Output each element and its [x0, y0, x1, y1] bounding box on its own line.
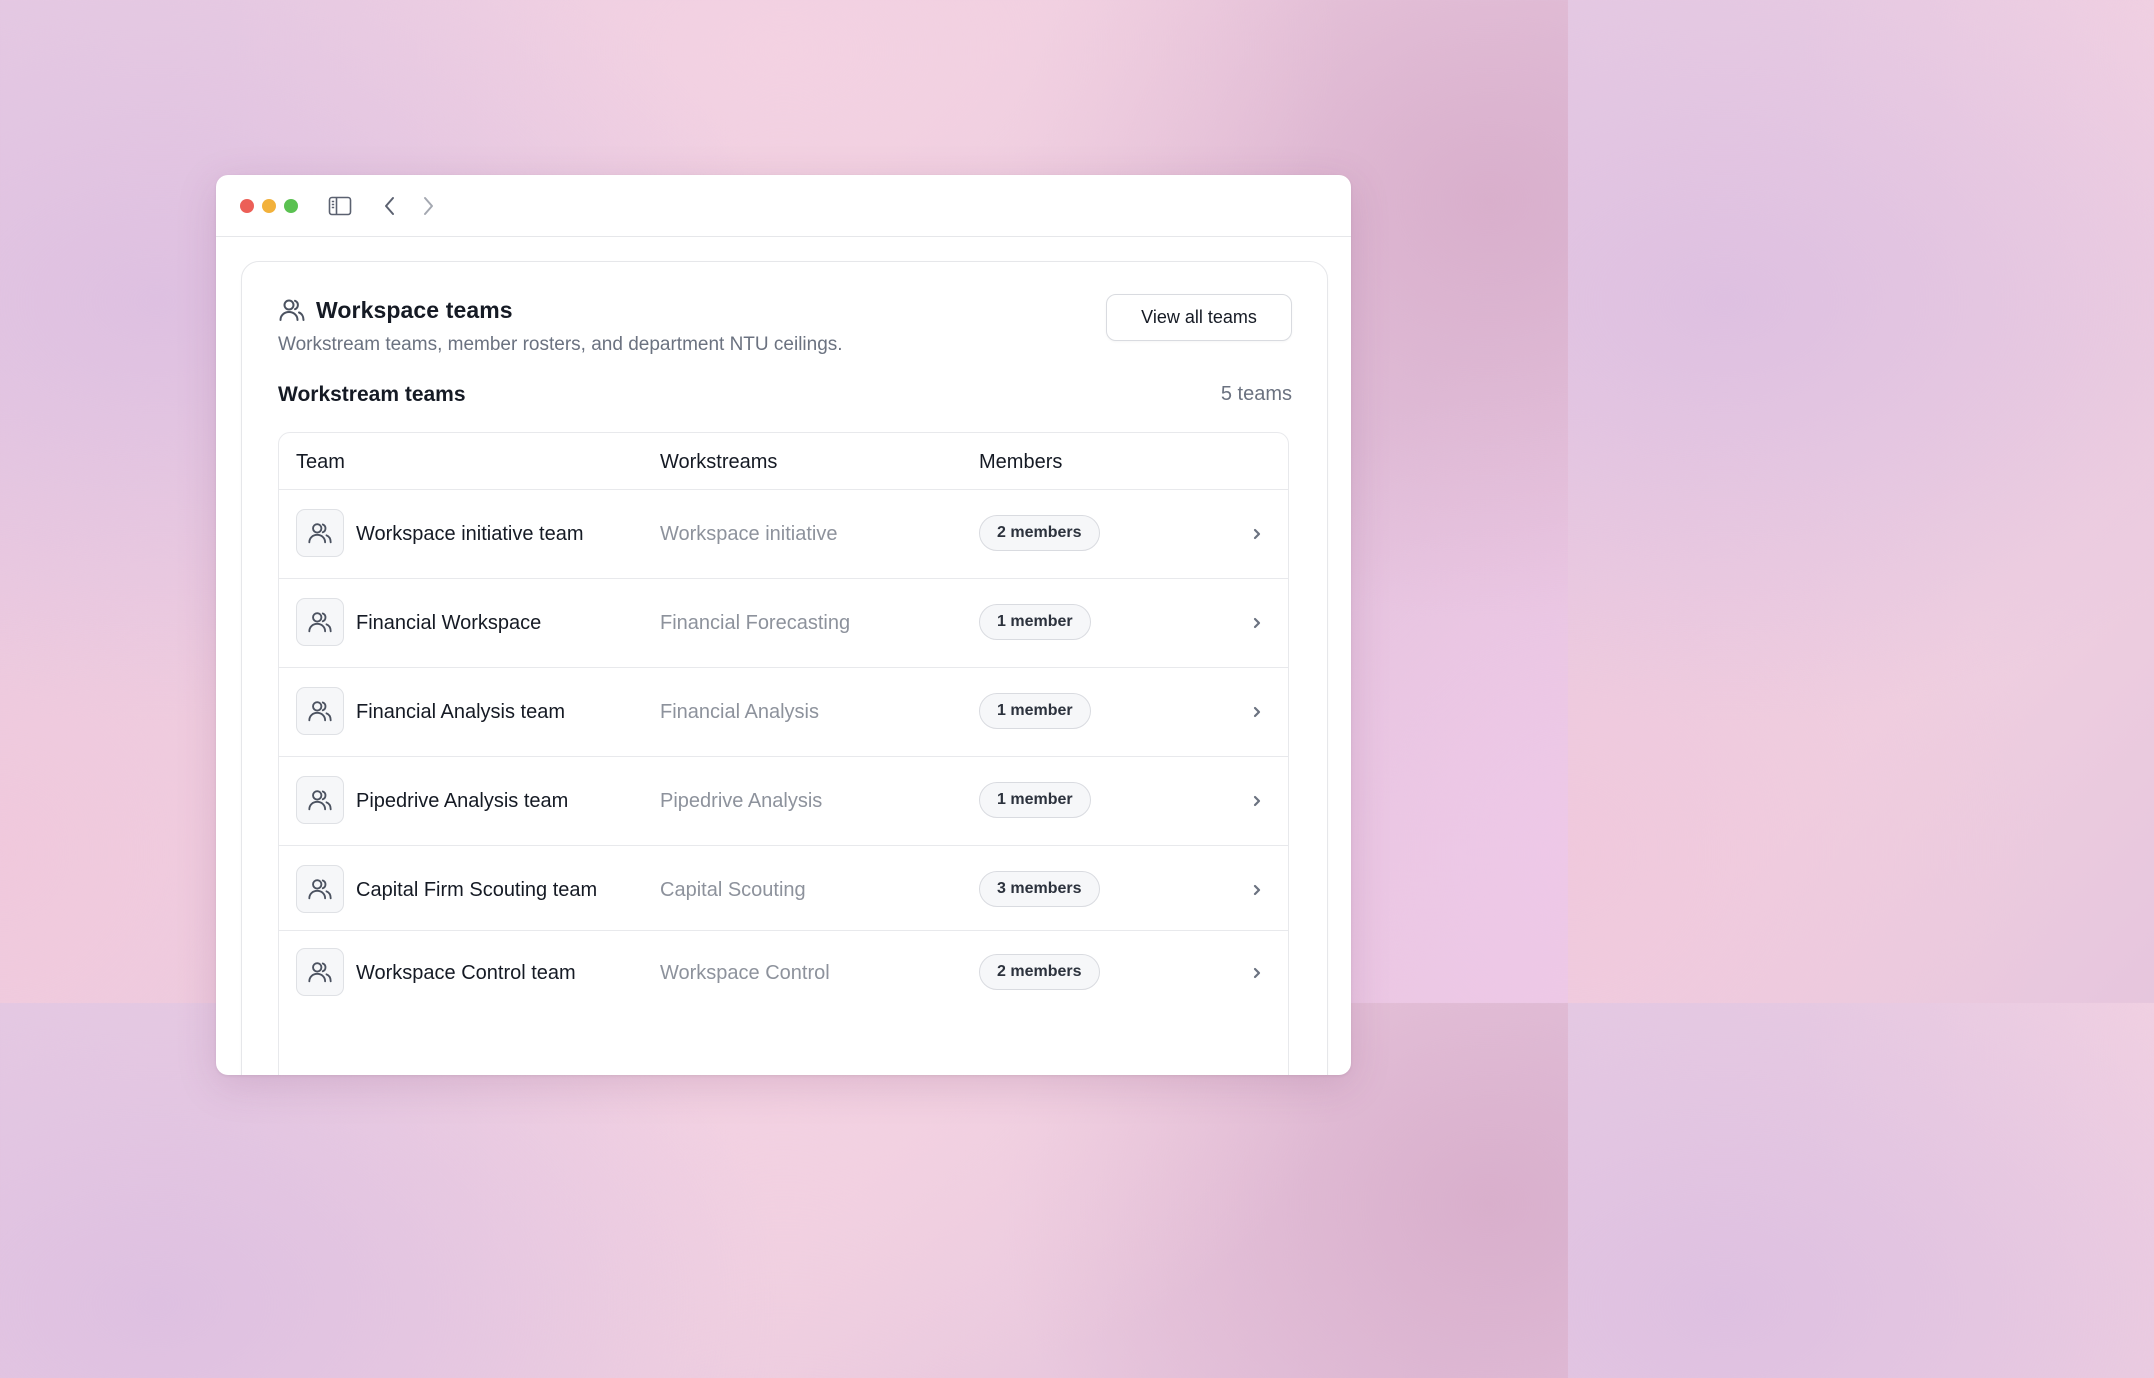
workstream-name: Capital Scouting [660, 879, 806, 901]
minimize-window-button[interactable] [262, 198, 276, 213]
team-name[interactable]: Pipedrive Analysis team [356, 757, 568, 845]
sidebar-toggle-icon[interactable] [328, 194, 352, 218]
traffic-lights [240, 198, 298, 213]
card-subtitle: Workstream teams, member rosters, and de… [278, 334, 843, 355]
section-title: Workstream teams [278, 383, 466, 406]
users-icon [308, 701, 332, 722]
workstream-name: Workspace initiative [660, 523, 838, 545]
members-badge: 1 member [979, 604, 1091, 640]
team-name[interactable]: Workspace initiative team [356, 490, 584, 578]
members-badge: 2 members [979, 954, 1100, 990]
column-header-workstreams: Workstreams [660, 451, 778, 473]
team-avatar [296, 687, 344, 735]
team-count: 5 teams [1220, 383, 1292, 405]
app-window: Workspace teams Workstream teams, member… [216, 175, 1351, 1075]
card-title: Workspace teams [316, 296, 513, 323]
team-avatar [296, 948, 344, 996]
workstream-name: Financial Forecasting [660, 612, 851, 634]
workstream-name: Pipedrive Analysis [660, 790, 823, 812]
table-row[interactable]: Financial Workspace Financial Forecastin… [279, 579, 1288, 668]
chevron-right-icon[interactable] [1248, 791, 1266, 811]
card-header: Workspace teams Workstream teams, member… [278, 296, 843, 356]
users-icon [308, 612, 332, 633]
team-avatar [296, 865, 344, 913]
table-row[interactable]: Workspace initiative team Workspace init… [279, 490, 1288, 579]
chevron-right-icon[interactable] [1248, 524, 1266, 544]
users-icon [308, 790, 332, 811]
zoom-window-button[interactable] [284, 198, 298, 213]
workstream-name: Workspace Control [660, 962, 830, 984]
workspace-teams-card: Workspace teams Workstream teams, member… [241, 261, 1328, 1075]
users-icon [308, 879, 332, 900]
table-header: Team Workstreams Members [279, 433, 1288, 490]
title-row: Workspace teams [278, 296, 843, 324]
chevron-right-icon[interactable] [1248, 613, 1266, 633]
chevron-right-icon[interactable] [418, 194, 438, 218]
team-name[interactable]: Workspace Control team [356, 931, 576, 1015]
team-avatar [296, 776, 344, 824]
table-row[interactable]: Capital Firm Scouting team Capital Scout… [279, 846, 1288, 931]
members-badge: 3 members [979, 871, 1100, 907]
chevron-right-icon[interactable] [1248, 880, 1266, 900]
column-header-members: Members [979, 451, 1063, 473]
chevron-left-icon[interactable] [380, 194, 400, 218]
members-badge: 1 member [979, 782, 1091, 818]
users-icon [278, 296, 306, 324]
column-header-team: Team [296, 451, 345, 473]
table-row[interactable]: Financial Analysis team Financial Analys… [279, 668, 1288, 757]
teams-table: Team Workstreams Members Workspace initi… [278, 432, 1289, 1075]
users-icon [308, 962, 332, 983]
team-avatar [296, 509, 344, 557]
team-avatar [296, 598, 344, 646]
users-icon [308, 523, 332, 544]
chevron-right-icon[interactable] [1248, 963, 1266, 983]
members-badge: 1 member [979, 693, 1091, 729]
team-name[interactable]: Financial Analysis team [356, 668, 565, 756]
window-titlebar [216, 175, 1351, 237]
team-name[interactable]: Financial Workspace [356, 579, 541, 667]
chevron-right-icon[interactable] [1248, 702, 1266, 722]
table-row[interactable]: Workspace Control team Workspace Control… [279, 931, 1288, 1019]
team-name[interactable]: Capital Firm Scouting team [356, 846, 597, 934]
view-all-teams-button[interactable]: View all teams [1106, 294, 1292, 341]
close-window-button[interactable] [240, 198, 254, 213]
members-badge: 2 members [979, 515, 1100, 551]
table-row[interactable]: Pipedrive Analysis team Pipedrive Analys… [279, 757, 1288, 846]
workstream-name: Financial Analysis [660, 701, 819, 723]
